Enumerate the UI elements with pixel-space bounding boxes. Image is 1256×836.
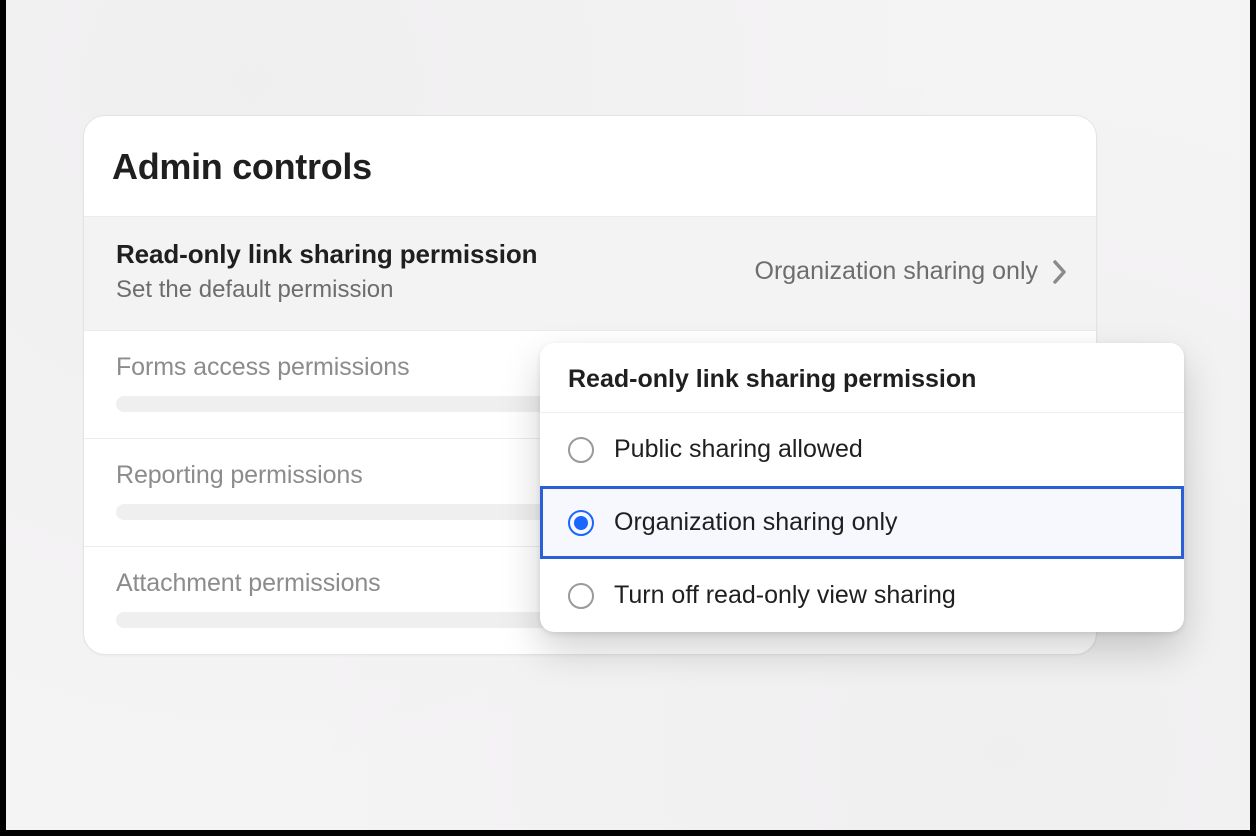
dropdown-header: Read-only link sharing permission [540,343,1184,413]
option-organization-sharing[interactable]: Organization sharing only [540,486,1184,559]
link-sharing-dropdown[interactable]: Read-only link sharing permission Public… [540,343,1184,632]
row-current-value: Organization sharing only [755,257,1039,286]
row-value-group[interactable]: Organization sharing only [755,257,1069,286]
radio-icon [568,583,594,609]
row-subtitle: Set the default permission [116,276,537,304]
chevron-right-icon [1052,259,1068,285]
radio-icon [568,437,594,463]
option-label: Public sharing allowed [614,435,863,464]
row-title: Read-only link sharing permission [116,239,537,270]
frame-edge [1250,0,1256,836]
option-public-sharing[interactable]: Public sharing allowed [540,413,1184,486]
frame-edge [0,830,1256,836]
option-label: Organization sharing only [614,508,898,537]
dropdown-title: Read-only link sharing permission [568,365,1156,394]
frame-edge [0,0,6,836]
row-text: Read-only link sharing permission Set th… [116,239,537,304]
row-link-sharing-permission[interactable]: Read-only link sharing permission Set th… [84,216,1096,330]
option-label: Turn off read-only view sharing [614,581,956,610]
option-turn-off-sharing[interactable]: Turn off read-only view sharing [540,559,1184,632]
card-title: Admin controls [112,146,1068,188]
radio-icon [568,510,594,536]
card-header: Admin controls [84,116,1096,216]
